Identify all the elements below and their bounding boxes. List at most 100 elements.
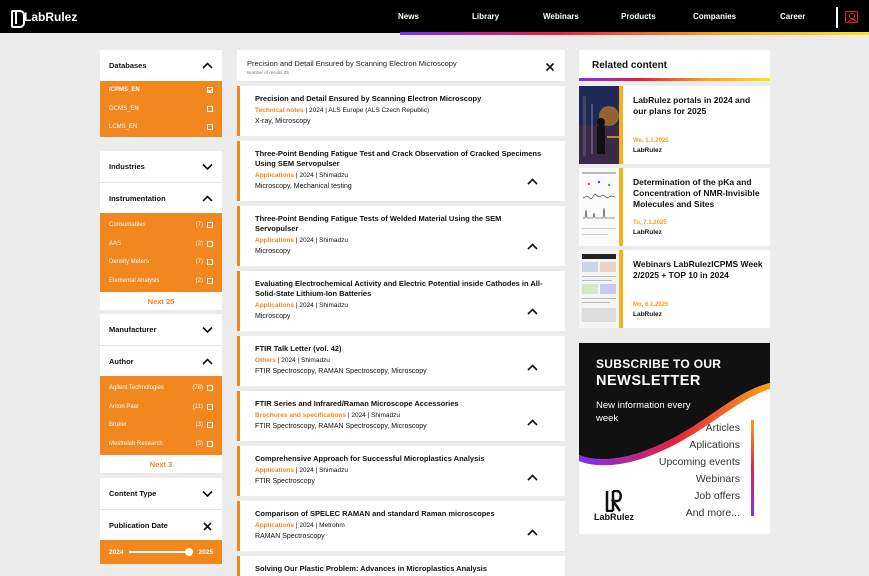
nav-companies[interactable]: Companies [693,12,736,21]
nav-career[interactable]: Career [780,12,805,21]
filter-option[interactable]: Density Meters (7) [100,253,222,272]
nav-news[interactable]: News [398,12,419,21]
filter-option[interactable]: Anton Paar (11) [100,398,222,417]
chevron-up-icon[interactable] [527,468,538,486]
result-card[interactable]: FTIR Talk Letter (vol. 42) Others | 2024… [237,336,565,386]
nav-webinars[interactable]: Webinars [543,12,579,21]
logo-text: LabRulez [24,10,78,24]
related-thumbnail[interactable] [579,86,619,164]
result-category[interactable]: Applications [255,522,294,529]
result-title[interactable]: FTIR Series and Infrared/Raman Microscop… [255,399,545,409]
result-card[interactable]: Evaluating Electrochemical Activity and … [237,271,565,331]
slider-handle[interactable] [184,548,193,556]
date-range-slider[interactable]: 2024 2025 [100,540,222,564]
related-item[interactable]: Webinars LabRulezICPMS Week 2/2025 + TOP… [579,250,770,328]
nav-gradient-stripe [400,32,869,35]
result-card[interactable]: Three-Point Bending Fatigue Tests of Wel… [237,206,565,266]
result-category[interactable]: Applications [255,302,294,309]
result-category[interactable]: Applications [255,467,294,474]
nav-products[interactable]: Products [621,12,656,21]
result-title[interactable]: Solving Our Plastic Problem: Advances in… [255,564,545,574]
related-gradient-stripe [579,78,770,81]
checkbox[interactable] [207,277,213,284]
next-3-button[interactable]: Next 3 [100,453,222,473]
chevron-up-icon[interactable] [202,62,213,69]
chevron-down-icon[interactable] [202,163,213,170]
related-thumbnail[interactable] [579,250,619,328]
related-item-title[interactable]: Webinars LabRulezICPMS Week 2/2025 + TOP… [633,259,765,281]
checkbox[interactable] [207,222,213,229]
chevron-up-icon[interactable] [527,413,538,431]
checkbox[interactable] [207,422,213,429]
slider-track[interactable] [129,548,193,556]
result-category[interactable]: Technical notes [255,107,304,114]
checkbox-checked[interactable] [207,87,213,94]
chevron-down-icon[interactable] [202,326,213,333]
close-icon[interactable] [202,521,213,531]
checkbox[interactable] [207,403,213,410]
result-title[interactable]: Precision and Detail Ensured by Scanning… [255,94,545,104]
filter-option[interactable]: Consumables (7) [100,216,222,235]
checkbox[interactable] [207,259,213,266]
chevron-up-icon[interactable] [527,237,538,255]
result-category[interactable]: Brochures and specifications [255,412,346,419]
related-thumbnail[interactable] [579,168,619,246]
newsletter-banner[interactable]: SUBSCRIBE TO OUR NEWSLETTER New informat… [579,343,770,534]
chevron-up-icon[interactable] [527,302,538,320]
result-card[interactable]: FTIR Series and Infrared/Raman Microscop… [237,391,565,441]
filter-option[interactable]: GCMS_EN [100,100,222,119]
result-title[interactable]: FTIR Talk Letter (vol. 42) [255,344,545,354]
result-category[interactable]: Applications [255,237,294,244]
checkbox[interactable] [207,385,213,392]
filter-manufacturer-header[interactable]: Manufacturer [100,314,222,345]
filter-publication-date: Publication Date 2024 2025 [100,509,222,564]
result-title[interactable]: Comparison of SPELEC RAMAN and standard … [255,509,545,519]
result-title[interactable]: Three-Point Bending Fatigue Test and Cra… [255,149,545,169]
filter-instrumentation-header[interactable]: Instrumentation [100,182,222,213]
labrulez-logo[interactable]: LabRulez [11,10,78,28]
result-card[interactable]: Solving Our Plastic Problem: Advances in… [237,556,565,576]
filter-option[interactable]: ICPMS_EN [100,81,222,100]
chevron-up-icon[interactable] [527,523,538,541]
search-query: Precision and Detail Ensured by Scanning… [247,59,457,68]
result-card[interactable]: Precision and Detail Ensured by Scanning… [237,86,565,136]
result-card[interactable]: Comparison of SPELEC RAMAN and standard … [237,501,565,551]
result-category[interactable]: Others [255,357,276,364]
checkbox[interactable] [207,440,213,447]
filter-option[interactable]: Elemental Analysis (2) [100,272,222,291]
user-icon[interactable] [845,11,858,23]
filter-instrumentation: Instrumentation Consumables (7) AAS (2) De… [100,182,222,310]
result-title[interactable]: Comprehensive Approach for Successful Mi… [255,454,545,464]
filter-author-header[interactable]: Author [100,345,222,376]
close-icon[interactable] [545,59,555,72]
filter-content-type-header[interactable]: Content Type [100,478,222,509]
related-item-date: Tu, 7.1.2025 [633,220,667,226]
filter-databases-header[interactable]: Databases [100,50,222,81]
filter-option[interactable]: AAS (2) [100,235,222,254]
result-card[interactable]: Comprehensive Approach for Successful Mi… [237,446,565,496]
chevron-up-icon[interactable] [202,357,213,365]
chevron-down-icon[interactable] [202,490,213,497]
filter-option[interactable]: Agilent Technologies (78) [100,379,222,398]
chevron-up-icon[interactable] [527,358,538,376]
related-item-title[interactable]: Determination of the pKa and Concentrati… [633,177,765,210]
nav-library[interactable]: Library [472,12,499,21]
related-item[interactable]: LabRulez portals in 2024 and our plans f… [579,86,770,164]
checkbox[interactable] [207,124,213,131]
result-category[interactable]: Applications [255,172,294,179]
filter-option[interactable]: Mestrelab Research (3) [100,435,222,454]
chevron-up-icon[interactable] [202,194,213,202]
related-item-title[interactable]: LabRulez portals in 2024 and our plans f… [633,95,765,117]
filter-option[interactable]: Bruker (3) [100,416,222,435]
filter-option[interactable]: LCMS_EN [100,118,222,137]
result-title[interactable]: Evaluating Electrochemical Activity and … [255,279,545,299]
related-item[interactable]: Determination of the pKa and Concentrati… [579,168,770,246]
result-card[interactable]: Three-Point Bending Fatigue Test and Cra… [237,141,565,201]
next-25-button[interactable]: Next 25 [100,290,222,310]
filter-industries-header[interactable]: Industries [100,151,222,182]
checkbox[interactable] [207,105,213,112]
chevron-up-icon[interactable] [527,172,538,190]
filter-publication-date-header[interactable]: Publication Date [100,509,222,540]
result-title[interactable]: Three-Point Bending Fatigue Tests of Wel… [255,214,545,234]
checkbox[interactable] [207,240,213,247]
